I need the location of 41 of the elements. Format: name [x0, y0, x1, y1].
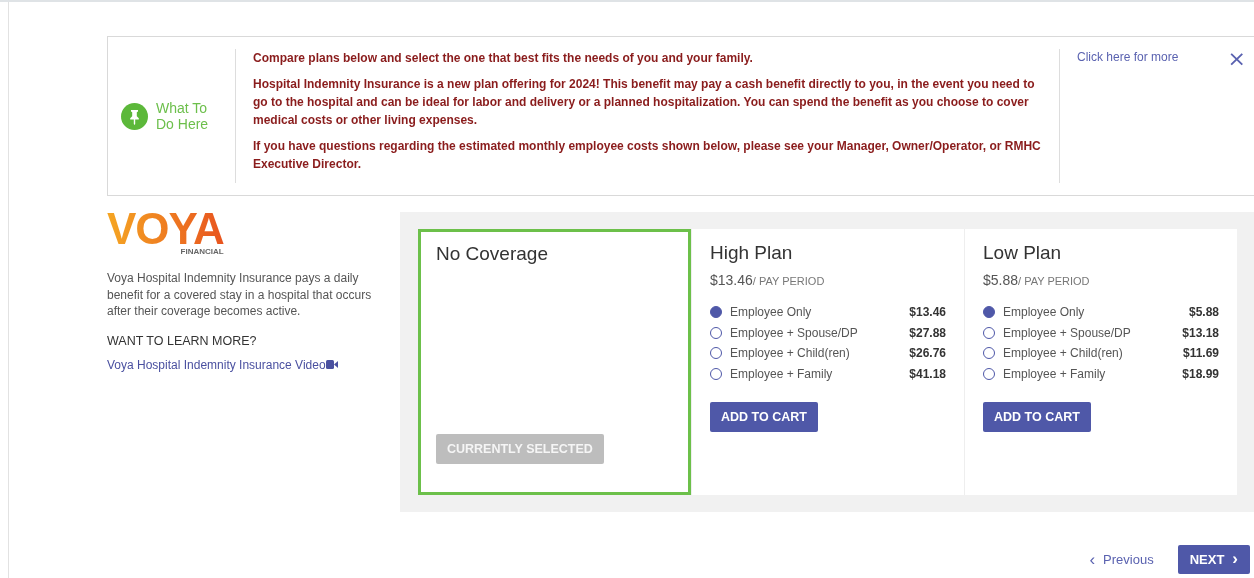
- coverage-option[interactable]: Employee Only: [730, 305, 910, 320]
- video-camera-icon: [325, 360, 338, 369]
- more-link[interactable]: Click here for more: [1077, 50, 1179, 66]
- instruction-text: Compare plans below and select the one that best fits the needs of you and your family.: [253, 50, 754, 67]
- previous-button[interactable]: ‹ Previous: [1083, 551, 1160, 568]
- option-cost: $5.88: [1188, 305, 1219, 320]
- plan-price: $13.46/ PAY PERIOD: [710, 272, 826, 288]
- coverage-option[interactable]: Employee + Family: [1003, 366, 1183, 381]
- video-link[interactable]: Voya Hospital Indemnity Insurance Video: [107, 357, 338, 372]
- option-cost: $13.46: [909, 305, 946, 320]
- add-to-cart-button[interactable]: ADD TO CART: [983, 402, 1091, 432]
- coverage-option[interactable]: Employee + Spouse/DP: [730, 325, 910, 340]
- coverage-option[interactable]: Employee + Family: [730, 366, 910, 381]
- option-cost: $13.18: [1182, 325, 1219, 340]
- option-cost: $26.76: [909, 346, 946, 361]
- plan-name: No Coverage: [436, 243, 549, 265]
- next-button[interactable]: NEXT ›: [1177, 545, 1250, 574]
- add-to-cart-button[interactable]: ADD TO CART: [710, 402, 818, 432]
- option-cost: $11.69: [1182, 346, 1219, 361]
- coverage-option[interactable]: Employee + Child(ren): [1003, 346, 1183, 361]
- radio-button[interactable]: [710, 306, 722, 319]
- plan-card[interactable]: Low Plan $5.88/ PAY PERIOD Employee Only $5.88 Employee + Spouse/DP $13.18 Employee + Child(ren) $11.69 Employee + Family $18.99 ADD TO CART: [964, 229, 1237, 495]
- coverage-option[interactable]: Employee + Child(ren): [730, 346, 910, 361]
- logo-subtext: FINANCIAL: [180, 247, 224, 256]
- banner-heading: What To Do Here: [156, 100, 210, 132]
- coverage-option[interactable]: Employee + Spouse/DP: [1003, 325, 1183, 340]
- description-text: Voya Hospital Indemnity Insurance pays a daily benefit for a covered stay in a hospital that occurs after their coverage becomes active.: [107, 270, 372, 320]
- option-cost: $41.18: [909, 366, 946, 381]
- close-button[interactable]: ×: [1227, 49, 1246, 69]
- section-heading: WANT TO LEARN MORE?: [107, 333, 258, 348]
- instruction-text: If you have questions regarding the estimated monthly employee costs shown below, please see your Manager, Owner/Operator, or RMHC Executive Director.: [253, 138, 1042, 173]
- instruction-text: Hospital Indemnity Insurance is a new plan offering for 2024! This benefit may pay a cash benefit directly to you, in the event you need to go to the hospital and can be ideal for labor and delivery or a planned hospitalization. You can spend the benefit as you choose to cover medical costs or other living expenses.: [253, 76, 1036, 129]
- option-cost: $18.99: [1182, 366, 1219, 381]
- radio-button[interactable]: [983, 306, 995, 319]
- option-cost: $27.88: [909, 325, 946, 340]
- plan-card[interactable]: High Plan $13.46/ PAY PERIOD Employee Only $13.46 Employee + Spouse/DP $27.88 Employee + Child(ren) $26.76 Employee + Family $41.18 ADD TO CART: [691, 229, 964, 495]
- plan-name: High Plan: [710, 242, 794, 264]
- plan-price: $5.88/ PAY PERIOD: [983, 272, 1091, 288]
- pin-icon: [121, 102, 148, 130]
- coverage-option[interactable]: Employee Only: [1003, 305, 1189, 320]
- plan-name: Low Plan: [983, 242, 1063, 264]
